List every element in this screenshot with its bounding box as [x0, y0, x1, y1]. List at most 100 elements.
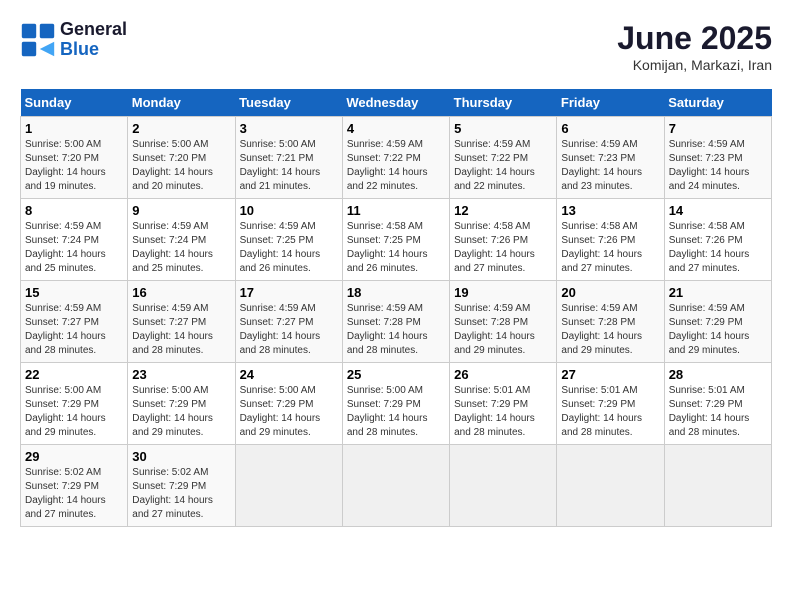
calendar-cell [342, 445, 449, 527]
weekday-sunday: Sunday [21, 89, 128, 117]
calendar-cell: 14 Sunrise: 4:58 AMSunset: 7:26 PMDaylig… [664, 199, 771, 281]
day-number: 2 [132, 121, 230, 136]
day-number: 14 [669, 203, 767, 218]
weekday-monday: Monday [128, 89, 235, 117]
calendar-cell: 4 Sunrise: 4:59 AMSunset: 7:22 PMDayligh… [342, 117, 449, 199]
calendar-cell: 30 Sunrise: 5:02 AMSunset: 7:29 PMDaylig… [128, 445, 235, 527]
calendar-cell: 27 Sunrise: 5:01 AMSunset: 7:29 PMDaylig… [557, 363, 664, 445]
day-info: Sunrise: 4:59 AMSunset: 7:24 PMDaylight:… [25, 220, 123, 276]
header: General Blue June 2025 Komijan, Markazi,… [20, 20, 772, 73]
calendar-cell: 23 Sunrise: 5:00 AMSunset: 7:29 PMDaylig… [128, 363, 235, 445]
weekday-wednesday: Wednesday [342, 89, 449, 117]
day-number: 15 [25, 285, 123, 300]
day-info: Sunrise: 4:58 AMSunset: 7:26 PMDaylight:… [669, 220, 767, 276]
weekday-tuesday: Tuesday [235, 89, 342, 117]
day-number: 26 [454, 367, 552, 382]
day-info: Sunrise: 4:59 AMSunset: 7:24 PMDaylight:… [132, 220, 230, 276]
calendar-week-4: 22 Sunrise: 5:00 AMSunset: 7:29 PMDaylig… [21, 363, 772, 445]
day-info: Sunrise: 5:01 AMSunset: 7:29 PMDaylight:… [561, 384, 659, 440]
calendar-cell: 25 Sunrise: 5:00 AMSunset: 7:29 PMDaylig… [342, 363, 449, 445]
calendar-week-5: 29 Sunrise: 5:02 AMSunset: 7:29 PMDaylig… [21, 445, 772, 527]
day-info: Sunrise: 5:01 AMSunset: 7:29 PMDaylight:… [669, 384, 767, 440]
calendar-cell: 12 Sunrise: 4:58 AMSunset: 7:26 PMDaylig… [450, 199, 557, 281]
calendar-cell: 22 Sunrise: 5:00 AMSunset: 7:29 PMDaylig… [21, 363, 128, 445]
calendar-cell: 17 Sunrise: 4:59 AMSunset: 7:27 PMDaylig… [235, 281, 342, 363]
day-info: Sunrise: 4:59 AMSunset: 7:28 PMDaylight:… [454, 302, 552, 358]
calendar-cell: 2 Sunrise: 5:00 AMSunset: 7:20 PMDayligh… [128, 117, 235, 199]
weekday-header-row: SundayMondayTuesdayWednesdayThursdayFrid… [21, 89, 772, 117]
day-number: 27 [561, 367, 659, 382]
day-number: 7 [669, 121, 767, 136]
logo-blue-text: Blue [60, 39, 99, 59]
calendar-cell [664, 445, 771, 527]
day-info: Sunrise: 4:59 AMSunset: 7:22 PMDaylight:… [454, 138, 552, 194]
calendar-week-3: 15 Sunrise: 4:59 AMSunset: 7:27 PMDaylig… [21, 281, 772, 363]
calendar-cell: 7 Sunrise: 4:59 AMSunset: 7:23 PMDayligh… [664, 117, 771, 199]
day-info: Sunrise: 4:59 AMSunset: 7:27 PMDaylight:… [240, 302, 338, 358]
day-info: Sunrise: 4:58 AMSunset: 7:26 PMDaylight:… [561, 220, 659, 276]
day-number: 13 [561, 203, 659, 218]
day-info: Sunrise: 4:59 AMSunset: 7:23 PMDaylight:… [669, 138, 767, 194]
day-info: Sunrise: 5:00 AMSunset: 7:20 PMDaylight:… [25, 138, 123, 194]
calendar-cell: 5 Sunrise: 4:59 AMSunset: 7:22 PMDayligh… [450, 117, 557, 199]
weekday-thursday: Thursday [450, 89, 557, 117]
subtitle: Komijan, Markazi, Iran [617, 57, 772, 73]
day-number: 24 [240, 367, 338, 382]
day-info: Sunrise: 4:58 AMSunset: 7:26 PMDaylight:… [454, 220, 552, 276]
title-block: June 2025 Komijan, Markazi, Iran [617, 20, 772, 73]
calendar-cell: 16 Sunrise: 4:59 AMSunset: 7:27 PMDaylig… [128, 281, 235, 363]
weekday-saturday: Saturday [664, 89, 771, 117]
day-number: 20 [561, 285, 659, 300]
calendar-week-2: 8 Sunrise: 4:59 AMSunset: 7:24 PMDayligh… [21, 199, 772, 281]
calendar-cell: 28 Sunrise: 5:01 AMSunset: 7:29 PMDaylig… [664, 363, 771, 445]
day-info: Sunrise: 4:59 AMSunset: 7:23 PMDaylight:… [561, 138, 659, 194]
day-number: 18 [347, 285, 445, 300]
day-number: 4 [347, 121, 445, 136]
calendar-table: SundayMondayTuesdayWednesdayThursdayFrid… [20, 89, 772, 527]
day-number: 11 [347, 203, 445, 218]
day-info: Sunrise: 4:59 AMSunset: 7:27 PMDaylight:… [25, 302, 123, 358]
day-info: Sunrise: 4:59 AMSunset: 7:22 PMDaylight:… [347, 138, 445, 194]
day-info: Sunrise: 4:59 AMSunset: 7:27 PMDaylight:… [132, 302, 230, 358]
day-number: 21 [669, 285, 767, 300]
day-info: Sunrise: 5:02 AMSunset: 7:29 PMDaylight:… [132, 466, 230, 522]
day-number: 10 [240, 203, 338, 218]
day-info: Sunrise: 5:01 AMSunset: 7:29 PMDaylight:… [454, 384, 552, 440]
calendar-cell: 21 Sunrise: 4:59 AMSunset: 7:29 PMDaylig… [664, 281, 771, 363]
day-number: 12 [454, 203, 552, 218]
day-number: 29 [25, 449, 123, 464]
calendar-cell: 1 Sunrise: 5:00 AMSunset: 7:20 PMDayligh… [21, 117, 128, 199]
calendar-cell: 6 Sunrise: 4:59 AMSunset: 7:23 PMDayligh… [557, 117, 664, 199]
day-number: 23 [132, 367, 230, 382]
calendar-cell: 8 Sunrise: 4:59 AMSunset: 7:24 PMDayligh… [21, 199, 128, 281]
day-number: 30 [132, 449, 230, 464]
day-info: Sunrise: 4:58 AMSunset: 7:25 PMDaylight:… [347, 220, 445, 276]
day-number: 5 [454, 121, 552, 136]
day-number: 6 [561, 121, 659, 136]
day-info: Sunrise: 5:00 AMSunset: 7:21 PMDaylight:… [240, 138, 338, 194]
day-number: 22 [25, 367, 123, 382]
calendar-week-1: 1 Sunrise: 5:00 AMSunset: 7:20 PMDayligh… [21, 117, 772, 199]
day-info: Sunrise: 4:59 AMSunset: 7:28 PMDaylight:… [347, 302, 445, 358]
day-number: 28 [669, 367, 767, 382]
calendar-cell: 10 Sunrise: 4:59 AMSunset: 7:25 PMDaylig… [235, 199, 342, 281]
day-number: 19 [454, 285, 552, 300]
calendar-cell: 3 Sunrise: 5:00 AMSunset: 7:21 PMDayligh… [235, 117, 342, 199]
calendar-cell: 26 Sunrise: 5:01 AMSunset: 7:29 PMDaylig… [450, 363, 557, 445]
calendar-cell: 15 Sunrise: 4:59 AMSunset: 7:27 PMDaylig… [21, 281, 128, 363]
logo-general-text: General [60, 19, 127, 39]
calendar-cell [450, 445, 557, 527]
day-number: 3 [240, 121, 338, 136]
day-number: 25 [347, 367, 445, 382]
day-info: Sunrise: 5:02 AMSunset: 7:29 PMDaylight:… [25, 466, 123, 522]
day-info: Sunrise: 5:00 AMSunset: 7:29 PMDaylight:… [25, 384, 123, 440]
calendar-cell: 18 Sunrise: 4:59 AMSunset: 7:28 PMDaylig… [342, 281, 449, 363]
calendar-cell: 9 Sunrise: 4:59 AMSunset: 7:24 PMDayligh… [128, 199, 235, 281]
day-number: 17 [240, 285, 338, 300]
day-number: 1 [25, 121, 123, 136]
day-info: Sunrise: 5:00 AMSunset: 7:29 PMDaylight:… [132, 384, 230, 440]
calendar-cell: 19 Sunrise: 4:59 AMSunset: 7:28 PMDaylig… [450, 281, 557, 363]
calendar-cell: 11 Sunrise: 4:58 AMSunset: 7:25 PMDaylig… [342, 199, 449, 281]
day-number: 16 [132, 285, 230, 300]
day-info: Sunrise: 5:00 AMSunset: 7:29 PMDaylight:… [240, 384, 338, 440]
